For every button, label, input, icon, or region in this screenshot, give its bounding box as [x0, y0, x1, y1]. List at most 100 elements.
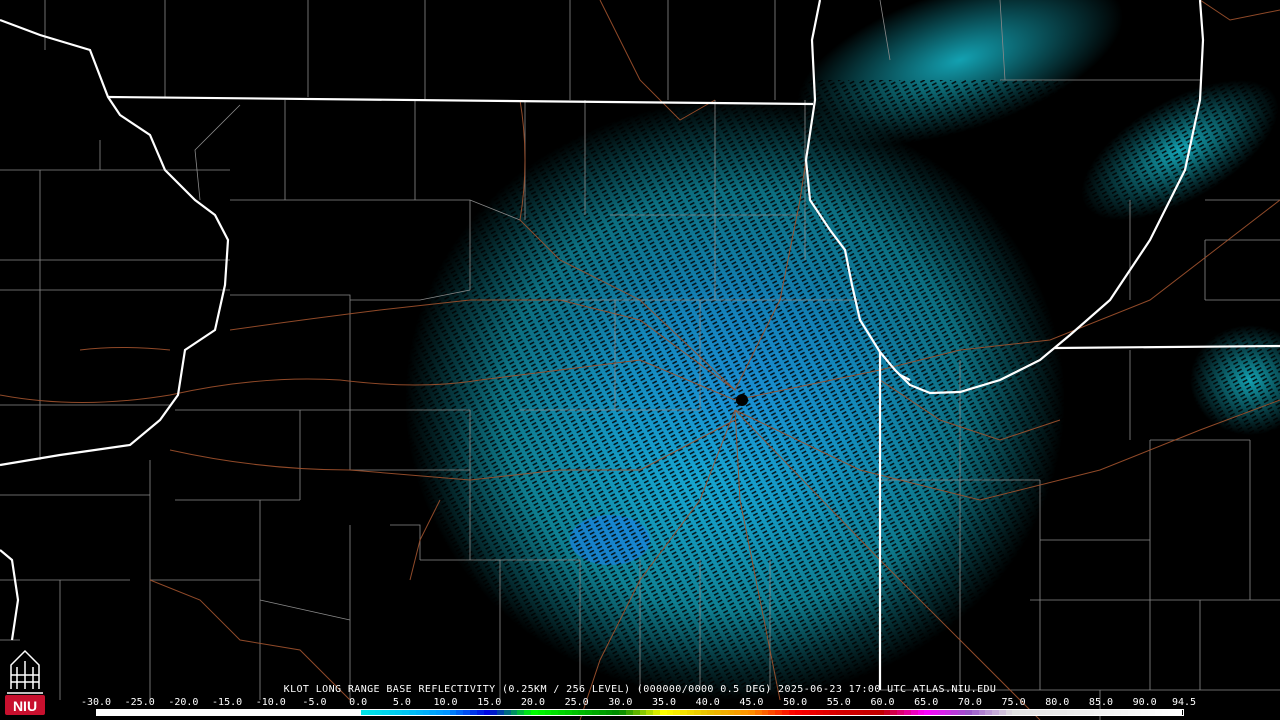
- color-scale-swatch: [836, 710, 843, 715]
- color-scale-swatch: [842, 710, 850, 715]
- color-scale-swatch: [1114, 710, 1121, 715]
- scale-tick-label: 50.0: [783, 697, 808, 708]
- scale-tick-label: 45.0: [739, 697, 764, 708]
- color-scale-swatch: [1168, 710, 1176, 715]
- color-scale-swatch: [856, 710, 864, 715]
- color-scale-swatch: [1059, 710, 1067, 715]
- color-scale-swatch: [368, 710, 376, 715]
- color-scale-swatch: [714, 710, 721, 715]
- color-scale-swatch: [1073, 710, 1081, 715]
- scale-tick-label: 30.0: [608, 697, 633, 708]
- color-scale-swatch: [158, 710, 165, 715]
- color-scale-swatch: [103, 710, 111, 715]
- color-scale-swatch: [463, 710, 470, 715]
- color-scale-swatch: [1032, 710, 1040, 715]
- color-scale-swatch: [1039, 710, 1047, 715]
- color-scale-swatch: [286, 710, 294, 715]
- color-scale-swatch: [517, 710, 525, 715]
- color-scale-swatch: [1154, 710, 1162, 715]
- scale-tick-label: 10.0: [433, 697, 458, 708]
- color-scale-swatch: [191, 710, 199, 715]
- color-scale-swatch: [266, 710, 274, 715]
- color-scale-swatch: [598, 710, 606, 715]
- color-scale-swatch: [293, 710, 301, 715]
- color-scale-swatch: [544, 710, 552, 715]
- color-scale-swatch: [1107, 710, 1115, 715]
- scale-tick-label: -5.0: [302, 697, 327, 708]
- color-scale-swatch: [924, 710, 932, 715]
- color-scale-swatch: [815, 710, 823, 715]
- scale-tick-label: -15.0: [212, 697, 243, 708]
- color-scale-swatch: [375, 710, 382, 715]
- niu-logo-text: NIU: [13, 698, 37, 714]
- color-scale-swatch: [944, 710, 952, 715]
- color-scale-swatch: [965, 710, 972, 715]
- color-scale-swatch: [802, 710, 810, 715]
- color-scale-swatch: [476, 710, 484, 715]
- scale-tick-label: 0.0: [349, 697, 368, 708]
- color-scale-swatch: [97, 710, 104, 715]
- color-scale-swatch: [327, 710, 335, 715]
- scale-tick-label: -10.0: [255, 697, 286, 708]
- color-scale-swatch: [978, 710, 986, 715]
- scale-tick-label: -20.0: [168, 697, 199, 708]
- color-scale-swatch: [422, 710, 430, 715]
- color-scale-swatch: [1026, 710, 1033, 715]
- color-scale-swatch: [456, 710, 464, 715]
- color-scale-swatch: [164, 710, 172, 715]
- color-scale-swatch: [653, 710, 660, 715]
- scale-tick-label: 15.0: [477, 697, 502, 708]
- color-scale-swatch: [144, 710, 152, 715]
- color-scale-swatch: [314, 710, 321, 715]
- color-scale-swatch: [700, 710, 708, 715]
- color-scale-swatch: [1005, 710, 1013, 715]
- color-scale-swatch: [110, 710, 118, 715]
- color-scale-swatch: [273, 710, 281, 715]
- color-scale-swatch: [734, 710, 742, 715]
- color-scale-swatch: [903, 710, 911, 715]
- color-scale-swatch: [781, 710, 789, 715]
- color-scale-swatch: [117, 710, 125, 715]
- color-scale-swatch: [958, 710, 965, 715]
- scale-tick-label: -30.0: [80, 697, 112, 708]
- scale-tick-label: 65.0: [914, 697, 939, 708]
- color-scale-swatch: [436, 710, 443, 715]
- color-scale-swatch: [619, 710, 626, 715]
- color-scale-swatch: [1161, 710, 1169, 715]
- color-scale-swatch: [883, 710, 891, 715]
- color-scale-labels: -30.0 -25.0 -20.0 -15.0 -10.0 -5.0 0.0 5.0 10.0 1…: [81, 697, 1196, 709]
- scale-tick-label: 75.0: [1001, 697, 1026, 708]
- color-scale-swatch: [1046, 710, 1054, 715]
- color-scale-swatch: [524, 710, 531, 715]
- color-scale-swatch: [415, 710, 423, 715]
- color-scale-swatch: [632, 710, 640, 715]
- scale-tick-label: 80.0: [1045, 697, 1070, 708]
- color-scale-swatch: [612, 710, 620, 715]
- color-scale-swatch: [625, 710, 633, 715]
- color-scale-swatch: [727, 710, 735, 715]
- color-scale-swatch: [232, 710, 240, 715]
- color-scale-swatch: [686, 710, 694, 715]
- color-scale-swatch: [1141, 710, 1149, 715]
- color-scale-swatch: [1087, 710, 1094, 715]
- color-scale-swatch: [985, 710, 993, 715]
- color-scale-swatch: [558, 710, 565, 715]
- scale-tick-label: 70.0: [957, 697, 982, 708]
- color-scale-swatch: [225, 710, 233, 715]
- color-scale-swatch: [754, 710, 762, 715]
- color-scale-swatch: [408, 710, 416, 715]
- color-scale-swatch: [320, 710, 328, 715]
- color-scale-swatch: [239, 710, 247, 715]
- color-scale-swatch: [992, 710, 999, 715]
- product-caption: KLOT LONG RANGE BASE REFLECTIVITY (0.25K…: [283, 684, 997, 695]
- color-scale-swatch: [381, 710, 389, 715]
- color-scale-swatch: [917, 710, 925, 715]
- color-scale-swatch: [429, 710, 437, 715]
- color-scale-swatch: [775, 710, 782, 715]
- color-scale-swatch: [171, 710, 179, 715]
- color-scale-swatch: [795, 710, 803, 715]
- scale-tick-label: 94.5: [1171, 697, 1197, 708]
- color-scale-swatch: [1093, 710, 1101, 715]
- color-scale-swatch: [307, 710, 314, 715]
- color-scale-swatch: [1012, 710, 1020, 715]
